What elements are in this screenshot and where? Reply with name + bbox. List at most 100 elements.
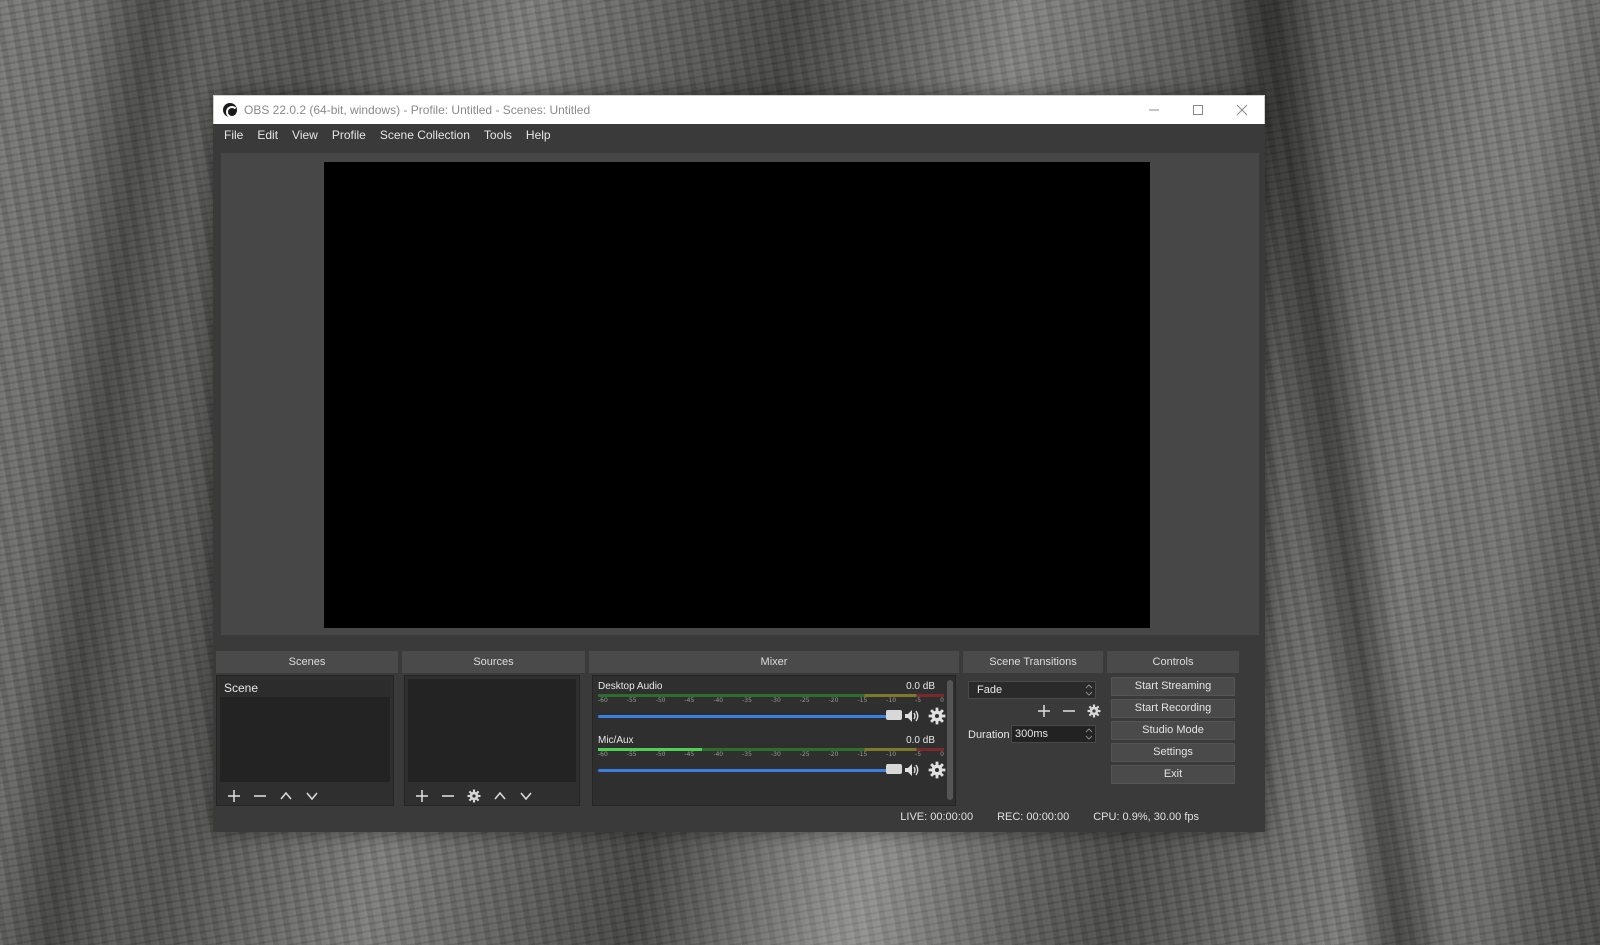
- meter-tick-label: -45: [684, 751, 695, 758]
- gear-icon[interactable]: [928, 707, 946, 725]
- move-scene-up-button[interactable]: [275, 786, 297, 806]
- gear-icon: [467, 789, 481, 803]
- scene-list-item[interactable]: Scene: [220, 679, 390, 697]
- volume-slider[interactable]: [598, 715, 894, 718]
- meter-tick-label: -40: [713, 697, 724, 704]
- window-title: OBS 22.0.2 (64-bit, windows) - Profile: …: [244, 103, 591, 117]
- title-bar[interactable]: OBS 22.0.2 (64-bit, windows) - Profile: …: [213, 95, 1265, 124]
- meter-tick-label: -40: [713, 751, 724, 758]
- preview-canvas[interactable]: [324, 162, 1150, 628]
- menu-view[interactable]: View: [285, 124, 325, 147]
- menu-profile[interactable]: Profile: [325, 124, 373, 147]
- start-recording-button[interactable]: Start Recording: [1111, 699, 1235, 718]
- sources-toolbar: [405, 785, 579, 807]
- menu-scene-collection[interactable]: Scene Collection: [373, 124, 477, 147]
- add-scene-button[interactable]: [223, 786, 245, 806]
- plus-icon: [1038, 705, 1050, 717]
- maximize-button[interactable]: [1176, 96, 1220, 124]
- start-streaming-button[interactable]: Start Streaming: [1111, 677, 1235, 696]
- source-properties-button[interactable]: [463, 786, 485, 806]
- transition-properties-button[interactable]: [1083, 701, 1105, 721]
- meter-tick-label: -55: [626, 751, 637, 758]
- menu-file[interactable]: File: [217, 124, 250, 147]
- meter-tick-label: -50: [655, 751, 666, 758]
- duration-value: 300ms: [1015, 728, 1049, 740]
- mixer-track-mic-aux: Mic/Aux 0.0 dB -60 -55 -50 -45 -40 -35 -30 -25-…: [593, 730, 955, 784]
- minus-icon: [442, 795, 454, 797]
- remove-scene-button[interactable]: [249, 786, 271, 806]
- spinner-arrows-icon[interactable]: [1085, 728, 1093, 740]
- controls-panel: Start Streaming Start Recording Studio M…: [1107, 675, 1239, 806]
- meter-ticks: -60 -55 -50 -45 -40 -35 -30 -25 -20 -15 -10 -5 0: [598, 751, 944, 761]
- mixer-panel: Desktop Audio 0.0 dB -60 -55 -50 -45 -40 -35-…: [592, 675, 956, 806]
- settings-button[interactable]: Settings: [1111, 743, 1235, 762]
- mixer-track-desktop-audio: Desktop Audio 0.0 dB -60 -55 -50 -45 -40 -35-…: [593, 676, 955, 730]
- wallpaper-highlight: [640, 830, 1020, 945]
- meter-tick-label: -45: [684, 697, 695, 704]
- scenes-toolbar: [217, 785, 393, 807]
- gear-icon[interactable]: [928, 761, 946, 779]
- meter-tick-label: 0: [940, 697, 944, 704]
- add-source-button[interactable]: [411, 786, 433, 806]
- move-source-up-button[interactable]: [489, 786, 511, 806]
- meter-tick-label: -25: [799, 697, 810, 704]
- obs-logo-icon: [223, 103, 238, 118]
- rec-status: REC: 00:00:00: [997, 811, 1070, 823]
- meter-tick-label: -10: [886, 697, 897, 704]
- live-status: LIVE: 00:00:00: [900, 811, 974, 823]
- sources-list[interactable]: [408, 679, 576, 782]
- move-source-down-button[interactable]: [515, 786, 537, 806]
- meter-tick-label: -60: [598, 697, 608, 704]
- mixer-scrollbar[interactable]: [947, 680, 953, 800]
- add-transition-button[interactable]: [1033, 701, 1055, 721]
- meter-tick-label: 0: [940, 751, 944, 758]
- preview-area[interactable]: [221, 153, 1259, 635]
- wallpaper-highlight: [1416, 0, 1600, 945]
- duration-input[interactable]: 300ms: [1011, 725, 1096, 743]
- speaker-icon[interactable]: [903, 707, 921, 725]
- track-db: 0.0 dB: [906, 681, 935, 692]
- track-name: Desktop Audio: [598, 681, 663, 692]
- controls-dock-title: Controls: [1107, 651, 1239, 673]
- gear-icon: [1087, 704, 1101, 718]
- duration-label: Duration: [968, 729, 1010, 741]
- menu-help[interactable]: Help: [519, 124, 558, 147]
- meter-tick-label: -30: [770, 697, 781, 704]
- meter-ticks: -60 -55 -50 -45 -40 -35 -30 -25 -20 -15 -10 -5 0: [598, 697, 944, 707]
- volume-slider[interactable]: [598, 769, 894, 772]
- remove-source-button[interactable]: [437, 786, 459, 806]
- close-button[interactable]: [1220, 96, 1264, 124]
- move-scene-down-button[interactable]: [301, 786, 323, 806]
- meter-tick-label: -60: [598, 751, 608, 758]
- minus-icon: [1063, 710, 1075, 712]
- studio-mode-button[interactable]: Studio Mode: [1111, 721, 1235, 740]
- transition-select[interactable]: Fade: [968, 681, 1096, 699]
- minimize-button[interactable]: [1132, 96, 1176, 124]
- scenes-panel: Scene: [216, 675, 394, 806]
- close-icon: [1236, 104, 1248, 116]
- volume-slider-handle[interactable]: [886, 764, 902, 774]
- track-name: Mic/Aux: [598, 735, 634, 746]
- chevron-up-icon: [494, 791, 506, 800]
- meter-tick-label: -10: [886, 751, 897, 758]
- scenes-list[interactable]: Scene: [220, 679, 390, 782]
- meter-tick-label: -20: [828, 751, 839, 758]
- obs-window: OBS 22.0.2 (64-bit, windows) - Profile: …: [213, 95, 1265, 832]
- menu-tools[interactable]: Tools: [477, 124, 519, 147]
- transitions-dock-title: Scene Transitions: [963, 651, 1103, 673]
- meter-tick-label: -20: [828, 697, 839, 704]
- menu-edit[interactable]: Edit: [250, 124, 285, 147]
- volume-slider-handle[interactable]: [886, 710, 902, 720]
- chevron-up-icon: [280, 791, 292, 800]
- meter-tick-label: -35: [742, 697, 752, 704]
- plus-icon: [228, 790, 240, 802]
- meter-tick-label: -35: [742, 751, 752, 758]
- exit-button[interactable]: Exit: [1111, 765, 1235, 784]
- meter-tick-label: -25: [799, 751, 810, 758]
- meter-tick-label: -5: [915, 751, 922, 758]
- minus-icon: [254, 795, 266, 797]
- cpu-status: CPU: 0.9%, 30.00 fps: [1093, 811, 1199, 823]
- speaker-icon[interactable]: [903, 761, 921, 779]
- chevron-down-icon: [520, 792, 532, 801]
- remove-transition-button[interactable]: [1058, 701, 1080, 721]
